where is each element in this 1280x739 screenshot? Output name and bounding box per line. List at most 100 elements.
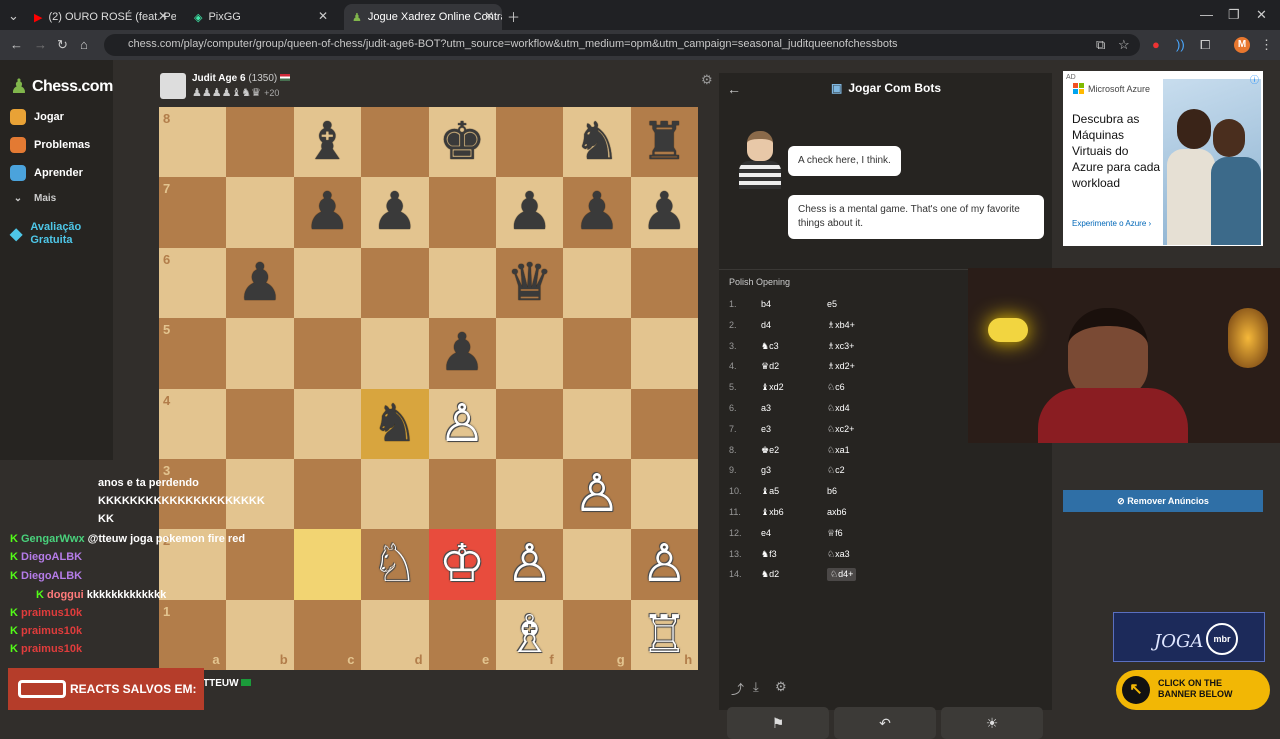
sidebar-item-problemas[interactable]: Problemas: [10, 137, 90, 153]
click-banner[interactable]: ↖ CLICK ON THE BANNER BELOW: [1116, 670, 1270, 710]
black-piece-f7[interactable]: ♟: [496, 177, 563, 247]
new-tab-icon[interactable]: ＋: [507, 7, 520, 26]
move-white[interactable]: e3: [761, 424, 771, 434]
black-piece-g8[interactable]: ♞: [563, 107, 630, 177]
black-piece-c7[interactable]: ♟: [294, 177, 361, 247]
close-tab-icon[interactable]: ✕: [158, 9, 168, 23]
url-field[interactable]: chess.com/play/computer/group/queen-of-c…: [104, 34, 1140, 56]
move-white[interactable]: ♝a5: [761, 486, 779, 497]
square-h6[interactable]: [630, 247, 699, 319]
white-piece-f1[interactable]: ♗: [496, 600, 563, 670]
square-f4[interactable]: [496, 388, 564, 459]
tab-list-icon[interactable]: ⌄: [8, 8, 19, 24]
move-black[interactable]: ♘d4+: [827, 568, 857, 582]
move-white[interactable]: a3: [761, 403, 771, 413]
move-black[interactable]: ♘c6: [827, 382, 845, 393]
move-white[interactable]: d4: [761, 320, 771, 330]
black-piece-h7[interactable]: ♟: [631, 177, 698, 247]
move-white[interactable]: ♞f3: [761, 549, 777, 560]
board-settings-gear-icon[interactable]: ⚙: [701, 72, 713, 88]
ad-info-icon[interactable]: ⓘ: [1250, 73, 1259, 86]
black-piece-c8[interactable]: ♝: [294, 107, 361, 177]
square-d5[interactable]: [361, 318, 429, 389]
square-e3[interactable]: [428, 459, 496, 530]
move-white[interactable]: ♛d2: [761, 361, 779, 372]
back-icon[interactable]: ←: [10, 37, 23, 52]
tab-chess[interactable]: ♟ Jogue Xadrez Online Contra ✕: [344, 4, 502, 30]
move-white[interactable]: e4: [761, 528, 771, 538]
extension-audio-icon[interactable]: )): [1176, 37, 1185, 52]
sidebar-item-aprender[interactable]: Aprender: [10, 165, 83, 181]
settings-gear-icon[interactable]: ⚙: [775, 679, 787, 695]
square-d6[interactable]: [361, 247, 429, 319]
move-black[interactable]: ♗xb4+: [827, 320, 855, 331]
forward-icon[interactable]: →: [34, 37, 47, 52]
square-c5[interactable]: [293, 318, 362, 389]
install-icon[interactable]: ⧉: [1096, 37, 1105, 53]
extension-red-icon[interactable]: ●: [1152, 37, 1160, 52]
move-black[interactable]: ♘xa3: [827, 549, 850, 560]
square-f5[interactable]: [496, 318, 564, 389]
black-piece-b6[interactable]: ♟: [226, 248, 293, 318]
white-piece-f2[interactable]: ♙: [496, 529, 563, 599]
extensions-icon[interactable]: ⧠: [1200, 37, 1210, 53]
ad-banner[interactable]: AD Microsoft Azure Descubra as Máquinas …: [1063, 71, 1263, 246]
move-black[interactable]: ♗xc3+: [827, 341, 854, 352]
profile-avatar[interactable]: M: [1234, 37, 1250, 53]
black-piece-d7[interactable]: ♟: [361, 177, 428, 247]
square-g4[interactable]: [563, 388, 631, 459]
square-f8[interactable]: [496, 107, 564, 178]
move-black[interactable]: b6: [827, 486, 837, 496]
reload-icon[interactable]: ↻: [57, 37, 68, 53]
close-window-icon[interactable]: ✕: [1256, 7, 1267, 23]
black-piece-g7[interactable]: ♟: [563, 177, 630, 247]
restore-icon[interactable]: ❐: [1228, 7, 1240, 23]
sidebar-item-jogar[interactable]: Jogar: [10, 109, 64, 125]
black-piece-e5[interactable]: ♟: [429, 318, 496, 388]
move-white[interactable]: g3: [761, 465, 771, 475]
move-black[interactable]: ♘xc2+: [827, 424, 854, 435]
move-black[interactable]: axb6: [827, 507, 847, 517]
ad-cta[interactable]: Experimente o Azure ›: [1072, 219, 1151, 228]
move-white[interactable]: ♞d2: [761, 569, 779, 580]
minimize-icon[interactable]: —: [1200, 7, 1213, 22]
sidebar-item-avaliacao[interactable]: ◆ Avaliação Gratuita: [10, 221, 100, 247]
hint-button[interactable]: ☀: [941, 707, 1043, 739]
black-piece-h8[interactable]: ♜: [631, 107, 698, 177]
white-piece-e4[interactable]: ♙: [429, 389, 496, 459]
black-piece-d4[interactable]: ♞: [361, 389, 428, 459]
move-white[interactable]: ♝xd2: [761, 382, 784, 393]
move-white[interactable]: ♝xb6: [761, 507, 784, 518]
square-h3[interactable]: [630, 459, 699, 530]
bookmark-star-icon[interactable]: ☆: [1118, 37, 1130, 53]
tab-pixgg[interactable]: ◈ PixGG ✕: [186, 4, 336, 30]
square-c3[interactable]: [293, 459, 362, 530]
square-e7[interactable]: [428, 177, 496, 248]
move-black[interactable]: ♘xd4: [827, 403, 850, 414]
square-g6[interactable]: [563, 247, 631, 319]
move-white[interactable]: ♞c3: [761, 341, 779, 352]
square-f3[interactable]: [496, 459, 564, 530]
tab-youtube[interactable]: ▶ (2) OURO ROSÉ (feat. Peu, Sueti ✕: [26, 4, 176, 30]
undo-button[interactable]: ↶: [834, 707, 936, 739]
back-arrow-icon[interactable]: ←: [727, 81, 741, 97]
move-white[interactable]: b4: [761, 299, 771, 309]
share-icon[interactable]: ⤴: [731, 679, 744, 698]
square-h5[interactable]: [630, 318, 699, 389]
square-d3[interactable]: [361, 459, 429, 530]
square-e6[interactable]: [428, 247, 496, 319]
white-piece-e2[interactable]: ♔: [429, 529, 496, 599]
square-b8[interactable]: [226, 107, 294, 178]
square-g2[interactable]: [563, 529, 631, 600]
menu-icon[interactable]: ⋮: [1260, 37, 1273, 53]
black-piece-f6[interactable]: ♛: [496, 248, 563, 318]
square-h4[interactable]: [630, 388, 699, 459]
move-black[interactable]: ♗xd2+: [827, 361, 855, 372]
square-c4[interactable]: [293, 388, 362, 459]
remove-ads-button[interactable]: ⊘ Remover Anúncios: [1063, 490, 1263, 512]
close-tab-icon[interactable]: ✕: [484, 9, 494, 23]
logo[interactable]: ♟ Chess.com: [10, 74, 113, 99]
square-d8[interactable]: [361, 107, 429, 178]
square-c2[interactable]: [293, 529, 362, 600]
square-b7[interactable]: [226, 177, 294, 248]
